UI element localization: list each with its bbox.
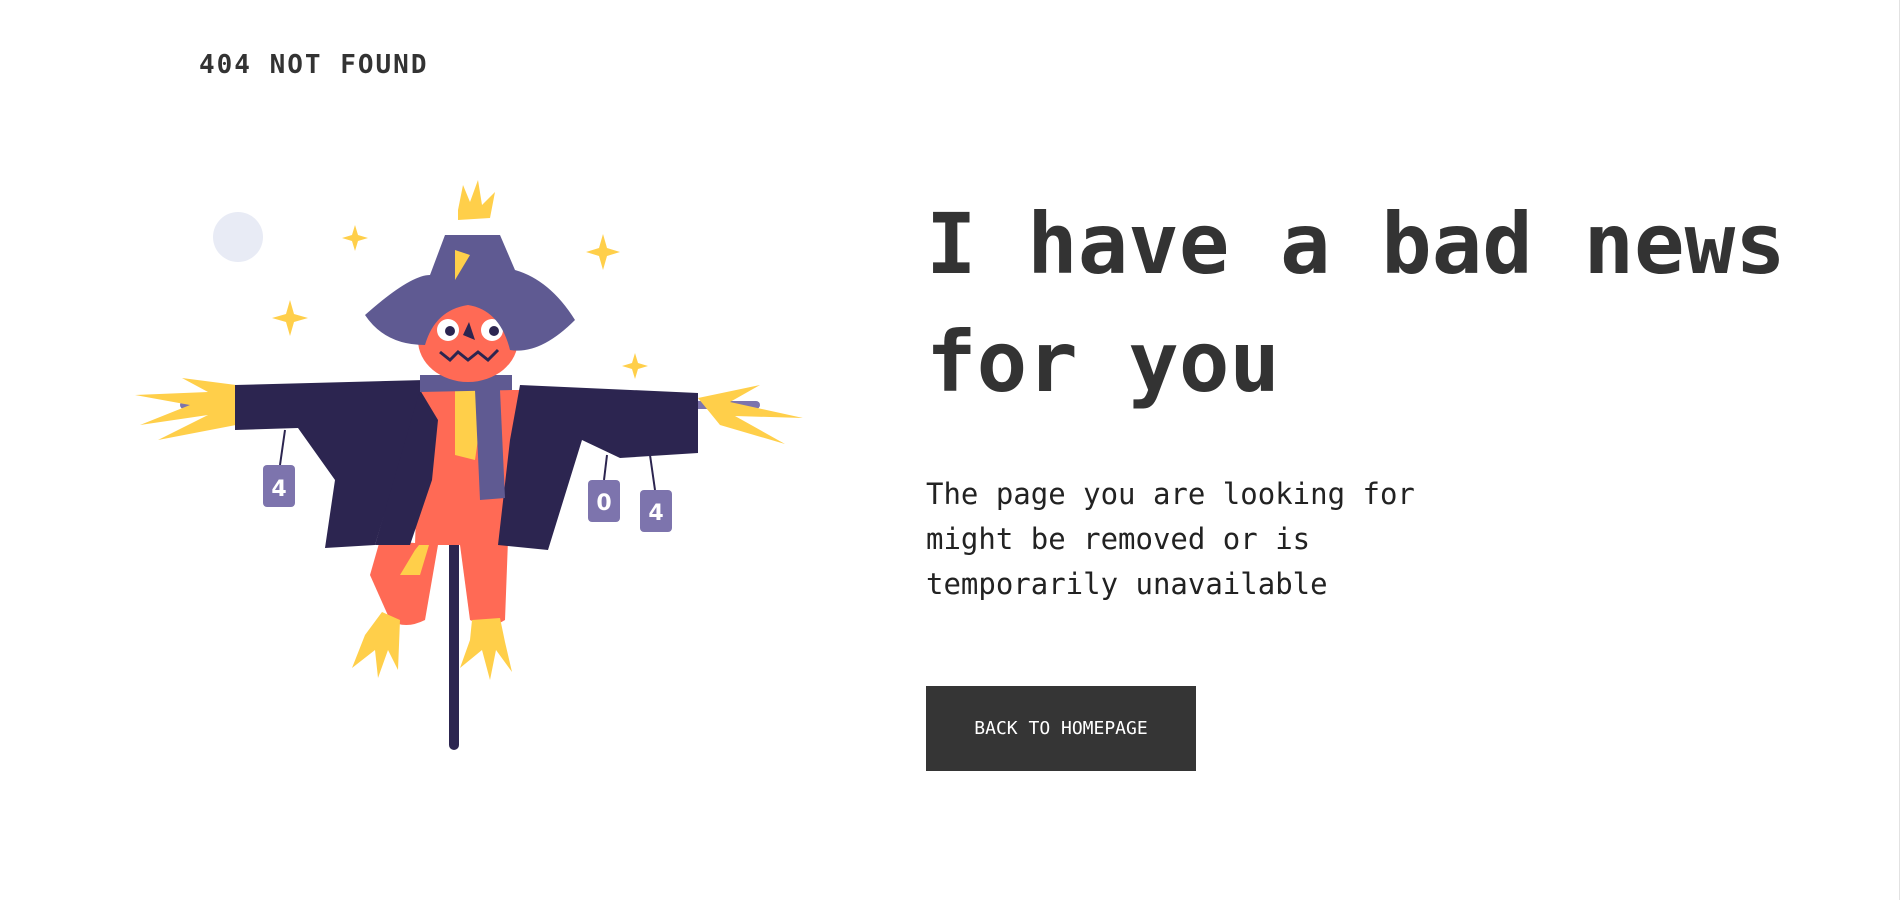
can-label-4: 4 xyxy=(271,477,286,502)
can-0: 0 xyxy=(588,480,620,522)
can-4-right: 4 xyxy=(640,490,672,532)
headline: I have a bad news for you xyxy=(926,195,1786,411)
left-leg xyxy=(370,540,438,625)
right-leg xyxy=(460,540,508,625)
left-foot-straw xyxy=(352,612,400,678)
back-to-homepage-button[interactable]: BACK TO HOMEPAGE xyxy=(926,686,1196,771)
can-label-4b: 4 xyxy=(648,501,663,526)
scarecrow-illustration: 4 0 4 xyxy=(135,180,803,750)
pole xyxy=(449,510,459,750)
hat-straw xyxy=(458,180,495,220)
moon-icon xyxy=(213,212,263,262)
brand-title: 404 NOT FOUND xyxy=(199,50,429,80)
left-straw-hand xyxy=(135,378,236,440)
can-4-left: 4 xyxy=(263,465,295,507)
right-straw-hand xyxy=(698,385,803,444)
right-foot-straw xyxy=(460,618,512,680)
can-label-0: 0 xyxy=(596,491,611,516)
error-description: The page you are looking for might be re… xyxy=(926,477,1415,601)
